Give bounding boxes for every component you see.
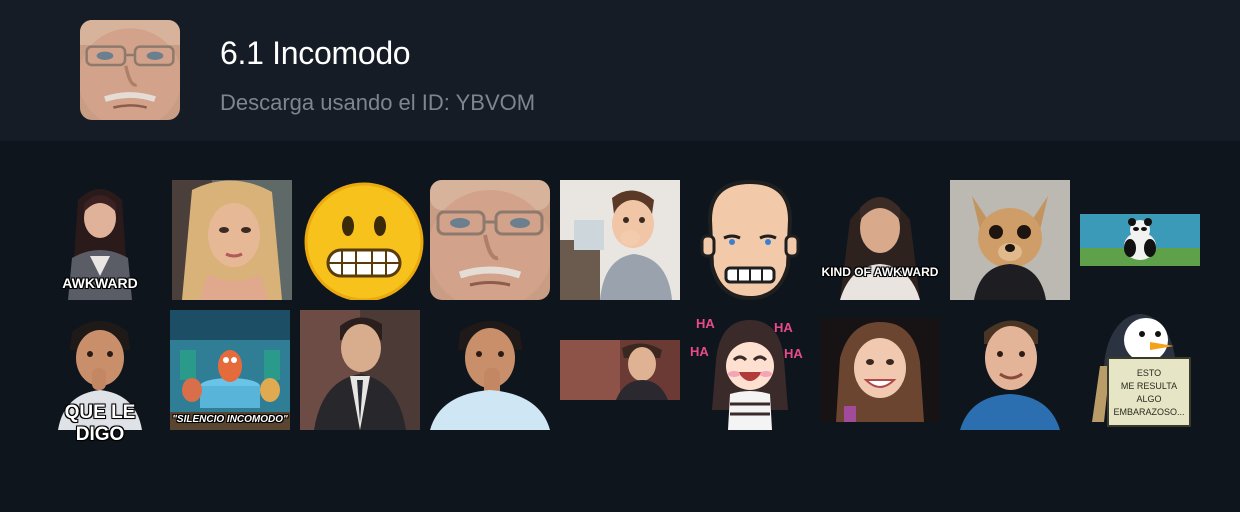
sticker-9[interactable] [1080, 180, 1200, 300]
sticker-7[interactable]: KIND OF AWKWARD [820, 180, 940, 300]
pack-thumbnail[interactable] [80, 20, 180, 120]
toddler-hand-on-mouth-sticker-icon [560, 180, 680, 300]
ha-label: HA [774, 320, 793, 335]
sticker-16[interactable] [820, 310, 940, 430]
pack-title: 6.1 Incomodo [220, 35, 411, 71]
sticker-caption: AWKWARD [62, 275, 138, 291]
cartoon-bald-man-sticker-icon [700, 180, 800, 300]
sticker-3[interactable] [304, 180, 424, 300]
sticker-18[interactable]: ESTO ME RESULTA ALGO EMBARAZOSO... [1080, 310, 1200, 430]
blonde-woman-side-eye-sticker-icon [172, 180, 292, 300]
sticker-15[interactable]: HA HA HA HA [690, 310, 810, 430]
sticker-6[interactable] [690, 180, 810, 300]
sticker-14[interactable] [560, 310, 680, 430]
sticker-4[interactable] [430, 180, 550, 300]
sticker-caption: "SILENCIO INCOMODO" [172, 414, 288, 425]
pack-header: 6.1 Incomodo Descarga usando el ID: YBVO… [0, 0, 1240, 141]
grimacing-emoji-sticker-icon [304, 182, 424, 300]
sign-line: EMBARAZOSO... [1113, 407, 1184, 417]
woman-awkward-smile-sticker-icon [820, 318, 940, 422]
sign-line: ME RESULTA [1121, 381, 1177, 391]
kind-of-awkward-woman-sticker-icon [840, 197, 920, 300]
ha-label: HA [784, 346, 803, 361]
man-smiling-sticker-icon [960, 320, 1060, 430]
sticker-8[interactable] [950, 180, 1070, 300]
old-man-face-sticker-icon [430, 180, 550, 300]
man-looking-at-camera-sticker-icon [560, 340, 680, 400]
sticker-17[interactable] [950, 310, 1070, 430]
sticker-1[interactable]: AWKWARD [40, 180, 160, 300]
pack-subtitle: Descarga usando el ID: YBVOM [220, 90, 536, 115]
ha-label: HA [696, 316, 715, 331]
sticker-10[interactable]: QUE LE DIGO [40, 310, 160, 445]
silencio-incomodo-fish-sticker-icon [170, 310, 290, 430]
sticker-2[interactable] [172, 180, 292, 300]
sign-line: ALGO [1136, 394, 1161, 404]
ha-label: HA [690, 344, 709, 359]
sticker-5[interactable] [560, 180, 680, 300]
old-man-face-thumb-icon [80, 20, 180, 120]
penguin-sign-sticker-icon: ESTO ME RESULTA ALGO EMBARAZOSO... [1092, 314, 1191, 427]
man-nervous-hand-sticker-icon [430, 321, 550, 430]
chihuahua-dog-sticker-icon [950, 180, 1070, 300]
sticker-11[interactable]: "SILENCIO INCOMODO" [170, 310, 290, 430]
sign-line: ESTO [1137, 368, 1161, 378]
sticker-caption: QUE LE DIGO [64, 402, 136, 445]
man-in-suit-sticker-icon [300, 310, 420, 430]
sticker-13[interactable] [430, 310, 550, 430]
anime-girl-laughing-sticker-icon: HA HA HA HA [690, 316, 803, 430]
panda-kung-fu-sticker-icon [1080, 214, 1200, 266]
sticker-12[interactable] [300, 310, 420, 430]
sticker-grid: AWKWARD KIND OF AWKWARD QUE LE DIGO "SIL… [40, 180, 1200, 445]
sticker-caption: KIND OF AWKWARD [821, 265, 939, 279]
